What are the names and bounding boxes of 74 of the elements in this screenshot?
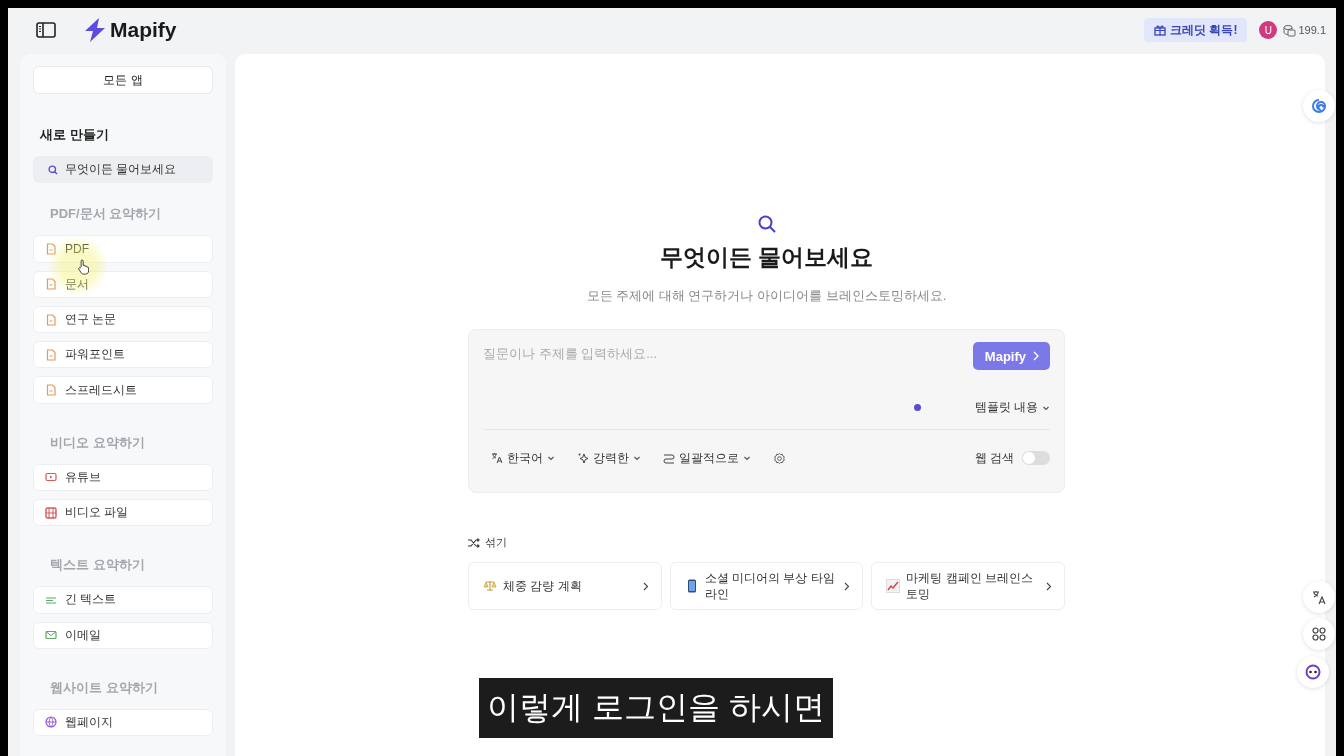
suggestion-card[interactable]: 마케팅 캠페인 브레인스토밍	[871, 562, 1065, 610]
translate-button[interactable]	[1303, 581, 1335, 613]
suggestion-card[interactable]: 체중 감량 계획	[468, 562, 662, 610]
sidebar-toggle-icon[interactable]	[36, 22, 56, 38]
apps-button[interactable]	[1303, 618, 1335, 650]
section-heading: 텍스트 요약하기	[50, 556, 146, 575]
spiral-icon	[1311, 98, 1327, 114]
route-icon	[663, 452, 675, 464]
template-dropdown[interactable]: 템플릿 내용	[974, 399, 1050, 416]
sidebar-item[interactable]: 유튜브	[33, 463, 213, 491]
status-dot	[913, 404, 921, 411]
mail-icon	[45, 629, 57, 642]
app-name: Mapify	[110, 18, 177, 42]
translate-icon	[491, 452, 503, 464]
prompt-input[interactable]: 질문이나 주제를 입력하세요...	[483, 342, 973, 365]
chevron-right-icon	[1032, 351, 1040, 361]
shuffle-icon	[468, 537, 480, 548]
section-heading: 새로 만들기	[40, 126, 110, 145]
film-icon	[45, 506, 57, 519]
sparkle-icon	[577, 452, 589, 464]
option-dropdown[interactable]: 강력한	[577, 449, 641, 467]
play-icon	[45, 471, 57, 484]
option-dropdown[interactable]: 한국어	[491, 449, 555, 467]
web-search-toggle[interactable]	[1022, 451, 1050, 465]
credit-balance: 199.1	[1298, 24, 1326, 36]
grid-icon	[1311, 626, 1327, 642]
sidebar-item[interactable]: 이메일	[33, 621, 213, 649]
translate-icon	[1311, 589, 1327, 605]
cursor-highlight	[48, 236, 108, 296]
file-icon	[45, 278, 57, 291]
search-icon	[756, 214, 777, 234]
sidebar-item[interactable]: PDF	[33, 235, 213, 263]
option-dropdown[interactable]: 일괄적으로	[663, 449, 751, 467]
credit-button[interactable]: 크레딧 획득!	[1144, 18, 1248, 42]
sidebar-item[interactable]: 비디오 파일	[33, 499, 213, 527]
web-search-label: 웹 검색	[974, 449, 1014, 467]
mapify-button[interactable]: Mapify	[972, 342, 1050, 370]
all-apps-button[interactable]: 모든 앱	[33, 66, 213, 95]
settings-icon[interactable]	[773, 451, 786, 465]
coins-icon	[1283, 23, 1297, 37]
chevron-right-icon	[1046, 581, 1052, 591]
scale-icon	[483, 579, 497, 593]
file-icon	[45, 384, 57, 397]
file-icon	[45, 313, 57, 326]
bot-face-icon	[1305, 664, 1321, 680]
sidebar-item[interactable]: 연구 논문	[33, 305, 213, 334]
sidebar-item[interactable]: 파워포인트	[33, 341, 213, 369]
file-icon	[45, 348, 57, 361]
file-icon	[45, 243, 57, 256]
globe-icon	[45, 716, 57, 729]
sidebar-item[interactable]: 긴 텍스트	[33, 586, 213, 614]
user-avatar[interactable]: U	[1259, 21, 1278, 39]
chevron-down-icon	[743, 454, 751, 462]
search-icon	[48, 164, 58, 175]
sidebar-item[interactable]: 웹페이지	[33, 708, 213, 737]
gift-icon	[1154, 24, 1167, 36]
sidebar-item[interactable]: 스프레드시트	[33, 376, 213, 404]
chevron-down-icon	[633, 454, 641, 462]
video-caption: 이렇게 로그인을 하시면	[479, 678, 833, 738]
section-heading: PDF/문서 요약하기	[50, 205, 163, 224]
suggestion-card[interactable]: 소셜 미디어의 부상 타임라인	[669, 562, 864, 610]
chatbot-button[interactable]	[1297, 656, 1329, 688]
section-heading: 웹사이트 요약하기	[50, 678, 159, 697]
section-heading: 비디오 요약하기	[50, 433, 146, 452]
chevron-right-icon	[844, 581, 851, 591]
page-title: 무엇이든 물어보세요	[659, 243, 874, 272]
chevron-right-icon	[642, 581, 649, 591]
hand-cursor-icon	[78, 259, 89, 275]
assistant-button[interactable]	[1303, 90, 1335, 122]
shuffle-button[interactable]: 섞기	[468, 535, 507, 550]
sidebar-item[interactable]: 문서	[33, 270, 213, 298]
chart-icon	[886, 579, 901, 593]
page-subtitle: 모든 주제에 대해 연구하거나 아이디어를 브레인스토밍하세요.	[586, 287, 947, 305]
chevron-down-icon	[547, 454, 555, 462]
